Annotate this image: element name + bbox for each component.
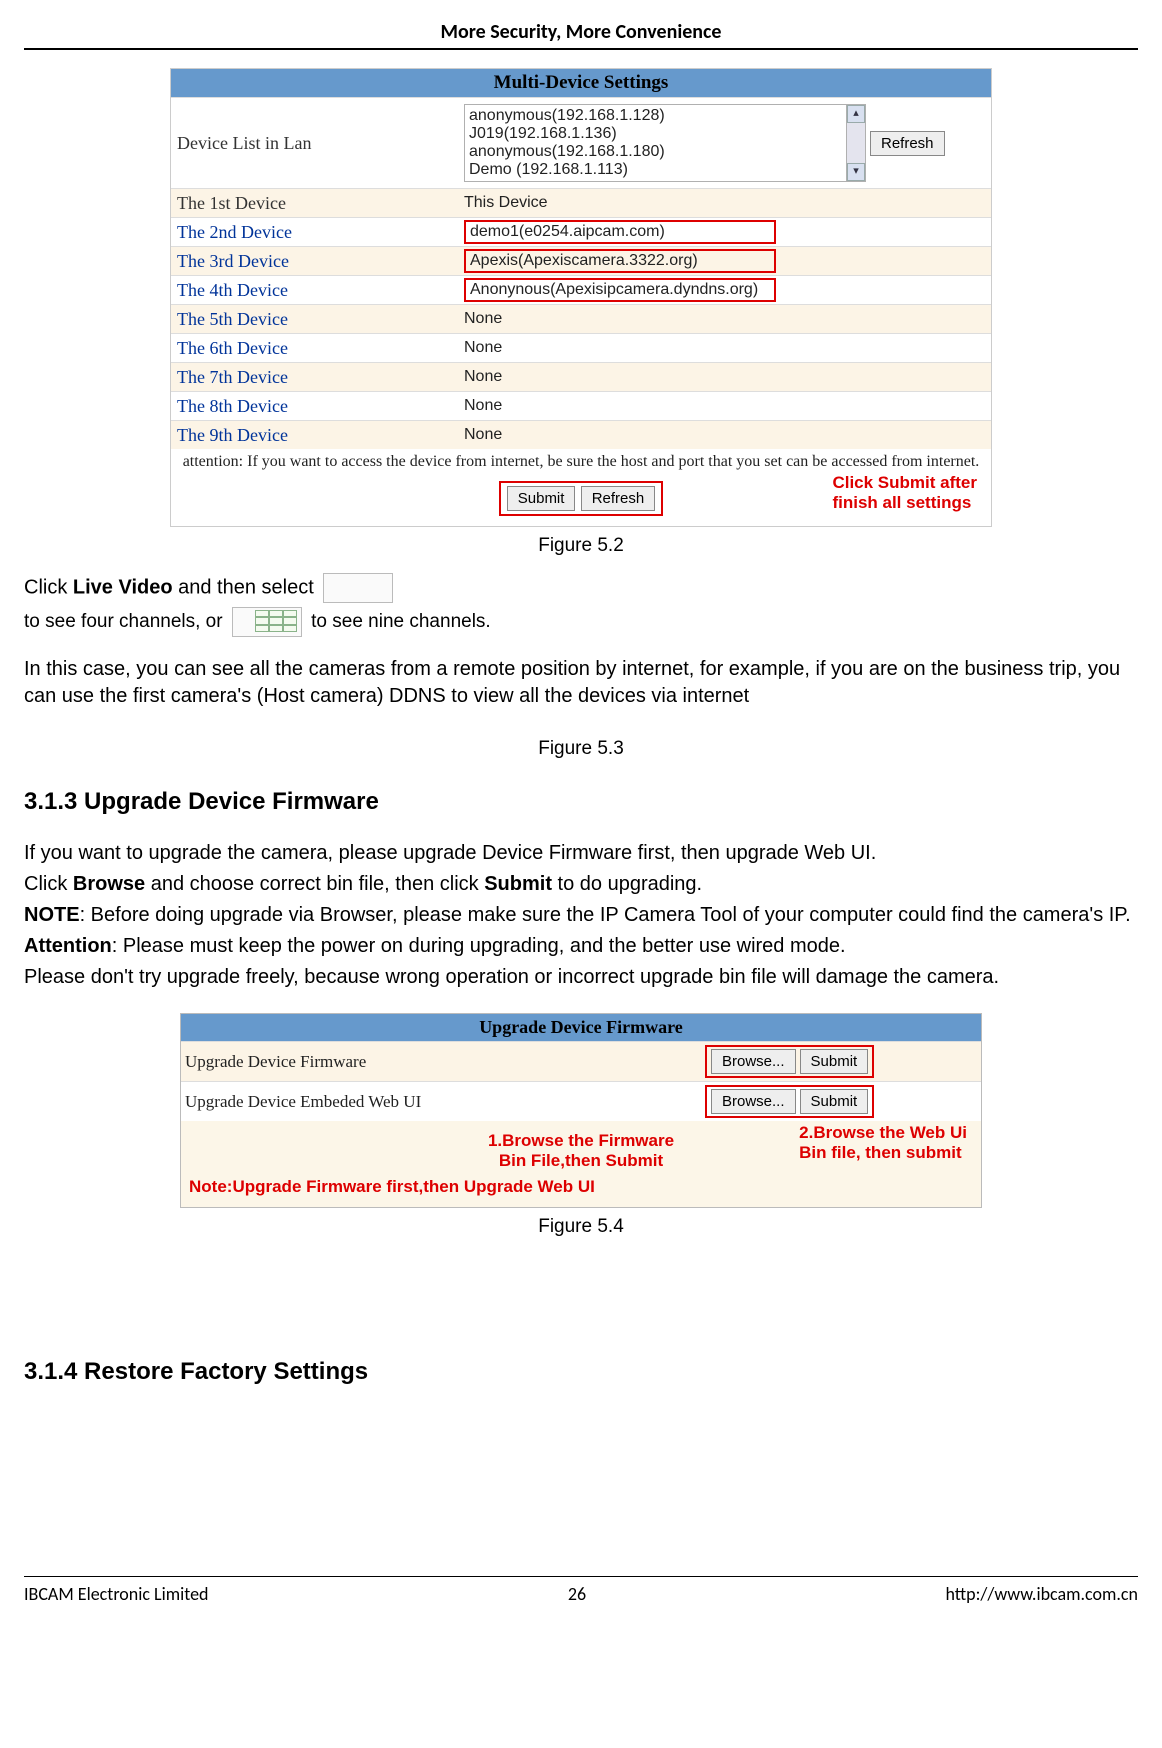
device-row-label: The 5th Device [171, 307, 458, 332]
scroll-down-icon[interactable]: ▾ [847, 163, 865, 181]
device-row-value: None [458, 337, 991, 359]
note-bottom: Note:Upgrade Firmware first,then Upgrade… [189, 1177, 973, 1197]
section-heading-313: 3.1.3 Upgrade Device Firmware [24, 788, 1138, 816]
device-row-label: The 9th Device [171, 423, 458, 448]
scrollbar[interactable]: ▴ ▾ [846, 105, 865, 181]
device-list-item[interactable]: J019(192.168.1.136) [469, 125, 842, 143]
device-list-box[interactable]: anonymous(192.168.1.128) J019(192.168.1.… [464, 104, 866, 182]
footer-page-number: 26 [568, 1583, 586, 1605]
nine-channel-icon[interactable] [232, 607, 302, 637]
device-row-value[interactable]: Apexis(Apexiscamera.3322.org) [464, 249, 776, 273]
panel-title: Multi-Device Settings [171, 69, 991, 97]
body-text: NOTE: Before doing upgrade via Browser, … [24, 902, 1138, 929]
attention-text: attention: If you want to access the dev… [171, 449, 991, 475]
figure-caption: Figure 5.4 [24, 1216, 1138, 1238]
device-row-value: None [458, 395, 991, 417]
figure-caption: Figure 5.2 [24, 535, 1138, 557]
submit-refresh-group: Submit Refresh [499, 481, 664, 516]
page-footer: IBCAM Electronic Limited 26 http://www.i… [24, 1576, 1138, 1605]
device-row-value: None [458, 308, 991, 330]
device-row-value: None [458, 424, 991, 446]
submit-button[interactable]: Submit [507, 486, 576, 511]
browse-button[interactable]: Browse... [711, 1049, 796, 1074]
browse-submit-group: Browse... Submit [705, 1045, 874, 1078]
device-list-label: Device List in Lan [171, 131, 458, 156]
device-row-value: None [458, 366, 991, 388]
refresh-button[interactable]: Refresh [870, 131, 945, 156]
scroll-up-icon[interactable]: ▴ [847, 105, 865, 123]
device-row-label: The 1st Device [171, 191, 458, 216]
device-row-label: The 8th Device [171, 394, 458, 419]
body-text: Please don't try upgrade freely, because… [24, 964, 1138, 991]
body-text: If you want to upgrade the camera, pleas… [24, 840, 1138, 867]
footer-left: IBCAM Electronic Limited [24, 1583, 209, 1605]
browse-button[interactable]: Browse... [711, 1089, 796, 1114]
refresh-button[interactable]: Refresh [581, 486, 656, 511]
device-row-label: The 6th Device [171, 336, 458, 361]
device-row-label: The 7th Device [171, 365, 458, 390]
four-channel-icon[interactable] [323, 573, 393, 603]
instruction-paragraph: In this case, you can see all the camera… [24, 656, 1138, 710]
device-list-item[interactable]: anonymous(192.168.1.128) [469, 107, 842, 125]
submit-hint: Click Submit after finish all settings [832, 473, 977, 514]
body-text: Click Browse and choose correct bin file… [24, 871, 1138, 898]
submit-button[interactable]: Submit [800, 1089, 869, 1114]
device-row-value[interactable]: demo1(e0254.aipcam.com) [464, 220, 776, 244]
device-row-value[interactable]: Anonynous(Apexisipcamera.dyndns.org) [464, 278, 776, 302]
submit-button[interactable]: Submit [800, 1049, 869, 1074]
upgrade-firmware-label: Upgrade Device Firmware [185, 1052, 565, 1072]
figure-caption: Figure 5.3 [24, 738, 1138, 760]
multi-device-settings-panel: Multi-Device Settings Device List in Lan… [170, 68, 992, 527]
browse-submit-group: Browse... Submit [705, 1085, 874, 1118]
body-text: Attention: Please must keep the power on… [24, 933, 1138, 960]
footer-right: http://www.ibcam.com.cn [945, 1583, 1138, 1605]
device-row-label: The 4th Device [171, 278, 458, 303]
section-heading-314: 3.1.4 Restore Factory Settings [24, 1358, 1138, 1386]
instruction-paragraph: Click Live Video and then select [24, 573, 1138, 603]
panel-title: Upgrade Device Firmware [181, 1014, 981, 1041]
device-list-item[interactable]: anonymous(192.168.1.180) [469, 143, 842, 161]
device-list-item[interactable]: Demo (192.168.1.113) [469, 161, 842, 179]
upgrade-firmware-panel: Upgrade Device Firmware Upgrade Device F… [180, 1013, 982, 1208]
page-header: More Security, More Convenience [24, 20, 1138, 50]
note-right: 2.Browse the Web UiBin file, then submit [799, 1123, 967, 1164]
device-row-label: The 2nd Device [171, 220, 458, 245]
upgrade-webui-label: Upgrade Device Embeded Web UI [185, 1092, 565, 1112]
device-row-value: This Device [458, 192, 991, 214]
device-row-label: The 3rd Device [171, 249, 458, 274]
